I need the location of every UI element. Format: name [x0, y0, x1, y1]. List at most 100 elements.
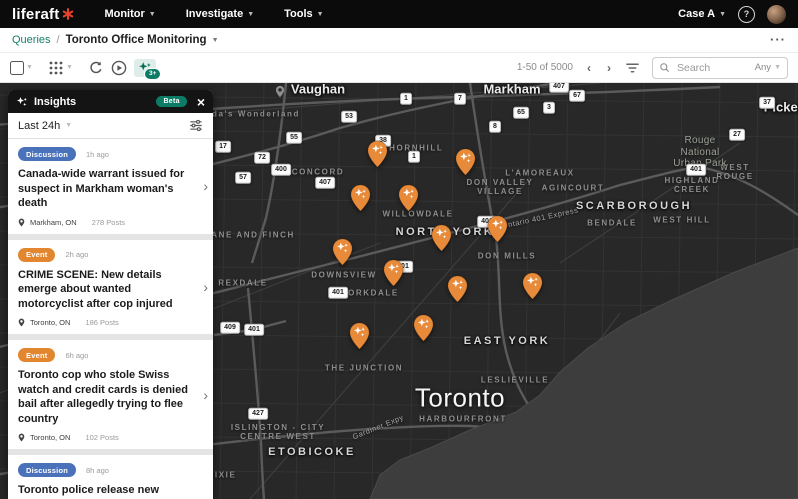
- insight-map-pin[interactable]: [383, 259, 404, 287]
- nav-item-monitor[interactable]: Monitor ▼: [104, 8, 155, 20]
- card-location: Toronto, ON: [30, 318, 70, 327]
- poi-pin-icon: [275, 85, 285, 98]
- insight-map-pin[interactable]: [349, 322, 370, 350]
- chevron-down-icon: ▼: [149, 11, 156, 18]
- card-timestamp: 6h ago: [65, 351, 88, 360]
- logo-text: liferaft: [12, 6, 59, 23]
- filter-sliders-icon[interactable]: [189, 119, 203, 132]
- select-all-checkbox[interactable]: [10, 61, 24, 75]
- insights-panel-header[interactable]: Insights Beta ×: [8, 90, 213, 113]
- card-post-count: 102 Posts: [85, 433, 118, 442]
- query-title-dropdown[interactable]: Toronto Office Monitoring ▼: [66, 34, 219, 46]
- insight-map-pin[interactable]: [413, 314, 434, 342]
- select-all-control[interactable]: ▼: [10, 61, 33, 75]
- nav-item-label: Tools: [284, 8, 313, 20]
- insight-map-pin[interactable]: [431, 224, 452, 252]
- case-selector[interactable]: Case A ▼: [678, 8, 726, 20]
- case-label: Case A: [678, 8, 715, 20]
- liferaft-logo[interactable]: liferaft: [12, 6, 74, 23]
- chevron-down-icon: ▼: [774, 64, 781, 71]
- insight-card[interactable]: Event 6h ago Toronto cop who stole Swiss w…: [8, 340, 213, 449]
- chevron-right-icon[interactable]: ›: [203, 279, 208, 295]
- user-avatar[interactable]: [767, 5, 786, 24]
- results-toolbar: ▼ ▼ 3+ 1-50 of 5000 ‹ › Any ▼: [0, 53, 798, 83]
- nav-item-investigate[interactable]: Investigate ▼: [186, 8, 254, 20]
- insight-map-pin[interactable]: [367, 140, 388, 168]
- insights-count-badge: 3+: [144, 68, 160, 80]
- search-scope-dropdown[interactable]: Any ▼: [755, 62, 781, 73]
- insights-panel: Insights Beta × Last 24h ▼ Discussion 1h …: [8, 90, 213, 499]
- breadcrumb-queries-link[interactable]: Queries: [12, 34, 51, 46]
- chevron-right-icon[interactable]: ›: [203, 494, 208, 499]
- close-icon[interactable]: ×: [197, 95, 205, 109]
- help-icon[interactable]: ?: [738, 6, 755, 23]
- insights-toggle-button[interactable]: 3+: [134, 59, 156, 77]
- insight-map-pin[interactable]: [455, 148, 476, 176]
- card-post-count: 278 Posts: [92, 218, 125, 227]
- search-icon: [659, 62, 670, 73]
- chevron-down-icon: ▼: [247, 11, 254, 18]
- card-type-badge: Event: [18, 348, 55, 362]
- main-nav: Monitor ▼ Investigate ▼ Tools ▼: [104, 8, 323, 20]
- time-range-dropdown[interactable]: Last 24h ▼: [18, 120, 72, 132]
- layout-control[interactable]: ▼: [48, 60, 73, 76]
- insights-filter-row: Last 24h ▼: [8, 113, 213, 139]
- chevron-right-icon[interactable]: ›: [203, 387, 208, 403]
- insight-map-pin[interactable]: [522, 272, 543, 300]
- insight-map-pin[interactable]: [487, 215, 508, 243]
- refresh-icon[interactable]: [88, 60, 104, 76]
- insight-map-pin[interactable]: [398, 184, 419, 212]
- grid-view-icon[interactable]: [48, 60, 64, 76]
- insight-map-pin[interactable]: [332, 238, 353, 266]
- filter-icon[interactable]: [625, 61, 640, 75]
- search-scope-value: Any: [755, 62, 771, 73]
- chevron-down-icon: ▼: [212, 37, 219, 44]
- prev-page-button[interactable]: ‹: [585, 61, 593, 75]
- pagination-label: 1-50 of 5000: [517, 62, 573, 73]
- search-box[interactable]: Any ▼: [652, 57, 788, 79]
- insight-card[interactable]: Discussion 1h ago Canada-wide warrant issu…: [8, 139, 213, 234]
- top-navigation-bar: liferaft Monitor ▼ Investigate ▼ Tools ▼ Case…: [0, 0, 798, 28]
- card-title: Toronto cop who stole Swiss watch and cr…: [18, 368, 204, 426]
- chevron-down-icon: ▼: [317, 11, 324, 18]
- insight-map-pin[interactable]: [350, 184, 371, 212]
- card-timestamp: 1h ago: [86, 150, 109, 159]
- location-pin-icon: [18, 433, 25, 442]
- card-type-badge: Event: [18, 248, 55, 262]
- search-input[interactable]: [675, 61, 739, 75]
- card-location: Toronto, ON: [30, 433, 70, 442]
- card-location: Markham, ON: [30, 218, 77, 227]
- time-range-value: Last 24h: [18, 120, 60, 132]
- card-title: Canada-wide warrant issued for suspect i…: [18, 167, 204, 211]
- card-title: Toronto police release new photo of man …: [18, 483, 204, 499]
- insight-card[interactable]: Event 2h ago CRIME SCENE: New details emer…: [8, 240, 213, 335]
- play-icon[interactable]: [111, 60, 127, 76]
- more-options-button[interactable]: ···: [770, 35, 786, 45]
- insight-card[interactable]: Discussion 8h ago Toronto police release n…: [8, 455, 213, 499]
- query-title: Toronto Office Monitoring: [66, 34, 207, 46]
- insights-card-list: Discussion 1h ago Canada-wide warrant issu…: [8, 139, 213, 499]
- insight-map-pin[interactable]: [447, 275, 468, 303]
- card-timestamp: 8h ago: [86, 466, 109, 475]
- chevron-down-icon: ▼: [26, 64, 33, 71]
- next-page-button[interactable]: ›: [605, 61, 613, 75]
- chevron-right-icon[interactable]: ›: [203, 178, 208, 194]
- card-post-count: 186 Posts: [85, 318, 118, 327]
- chevron-down-icon: ▼: [719, 11, 726, 18]
- card-title: CRIME SCENE: New details emerge about wa…: [18, 268, 204, 312]
- chevron-down-icon: ▼: [66, 64, 73, 71]
- location-pin-icon: [18, 318, 25, 327]
- nav-item-tools[interactable]: Tools ▼: [284, 8, 323, 20]
- nav-item-label: Monitor: [104, 8, 144, 20]
- sparkle-icon: [16, 96, 28, 108]
- nav-item-label: Investigate: [186, 8, 243, 20]
- card-type-badge: Discussion: [18, 147, 76, 161]
- breadcrumb: Queries / Toronto Office Monitoring ▼ ··…: [0, 28, 798, 53]
- card-type-badge: Discussion: [18, 463, 76, 477]
- insights-title: Insights: [34, 96, 76, 108]
- beta-badge: Beta: [156, 96, 186, 107]
- card-timestamp: 2h ago: [65, 250, 88, 259]
- logo-asterisk-icon: [62, 8, 74, 20]
- breadcrumb-separator: /: [57, 34, 60, 46]
- chevron-down-icon: ▼: [65, 122, 72, 129]
